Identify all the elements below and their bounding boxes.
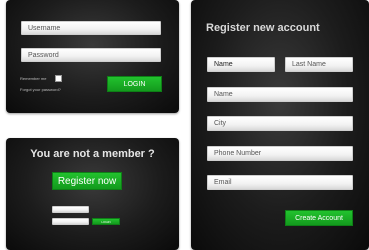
city-placeholder: City [214, 120, 227, 127]
password-placeholder: Password [28, 51, 59, 59]
login-panel: Username Password Remember me Forgot you… [6, 0, 179, 113]
register-title: Register new account [206, 22, 320, 34]
username-input[interactable]: Username [21, 21, 161, 35]
create-account-button[interactable]: Create Account [285, 210, 353, 226]
remember-me-checkbox[interactable] [55, 75, 62, 82]
member-panel: You are not a member ? Register now LOGI… [6, 138, 179, 250]
login-button[interactable]: LOGIN [107, 76, 162, 92]
forgot-password-link[interactable]: Forgot your password? [20, 87, 61, 92]
register-now-button[interactable]: Register now [52, 172, 122, 190]
remember-me-label: Remember me [20, 76, 47, 81]
register-panel: Register new account Name Last Name Name… [191, 0, 369, 250]
name-input[interactable]: Name [207, 87, 353, 102]
mini-login-button[interactable]: LOGIN [92, 218, 120, 225]
name-placeholder: Name [214, 91, 233, 98]
email-placeholder: Email [214, 179, 232, 186]
last-name-input[interactable]: Last Name [285, 57, 353, 72]
mini-username-input[interactable] [52, 206, 89, 213]
email-input[interactable]: Email [207, 175, 353, 190]
last-name-placeholder: Last Name [292, 61, 326, 68]
first-name-placeholder: Name [214, 61, 233, 68]
username-placeholder: Username [28, 24, 61, 32]
mini-password-input[interactable] [52, 218, 89, 225]
phone-input[interactable]: Phone Number [207, 146, 353, 161]
password-input[interactable]: Password [21, 48, 161, 62]
first-name-input[interactable]: Name [207, 57, 275, 72]
city-input[interactable]: City [207, 116, 353, 131]
phone-placeholder: Phone Number [214, 150, 262, 157]
member-heading: You are not a member ? [30, 148, 155, 160]
